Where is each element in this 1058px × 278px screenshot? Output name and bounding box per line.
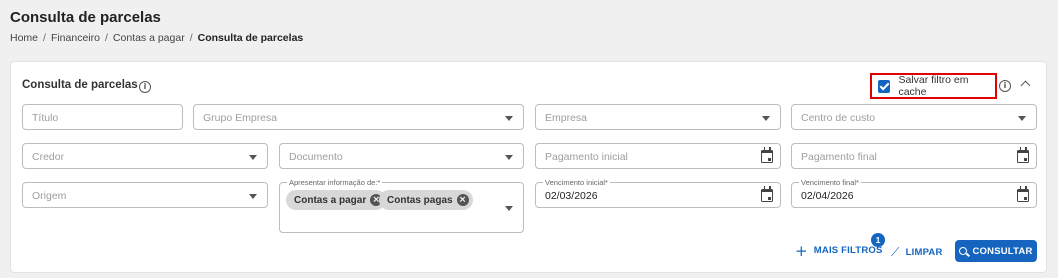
plus-icon: +: [795, 241, 808, 260]
calendar-icon[interactable]: [1017, 147, 1029, 163]
caret-down-icon: [505, 206, 513, 211]
search-icon: [959, 247, 968, 255]
breadcrumb-separator: /: [43, 32, 46, 44]
chip-contas-pagas: Contas pagas ×: [379, 190, 473, 210]
limpar-button[interactable]: ⟋ LIMPAR: [891, 245, 943, 260]
caret-down-icon: [1018, 116, 1026, 121]
consultar-label: CONSULTAR: [972, 245, 1033, 257]
chevron-up-icon[interactable]: [1020, 80, 1031, 91]
info-icon[interactable]: i: [139, 81, 151, 93]
page-title: Consulta de parcelas: [10, 9, 161, 26]
remove-chip-icon[interactable]: ×: [456, 194, 469, 206]
consultar-button[interactable]: CONSULTAR: [955, 240, 1037, 262]
pagamento-inicial-placeholder: Pagamento inicial: [545, 151, 628, 163]
filter-count-badge: 1: [871, 233, 885, 247]
chip-label: Contas a pagar: [294, 194, 367, 206]
limpar-label: LIMPAR: [905, 247, 943, 258]
breadcrumb-separator: /: [104, 32, 108, 44]
titulo-placeholder: Título: [32, 112, 59, 124]
pagamento-final-date[interactable]: Pagamento final: [791, 143, 1037, 169]
breadcrumb-contas-a-pagar[interactable]: Contas a pagar: [113, 32, 185, 44]
apresentar-multiselect[interactable]: Apresentar informação de:* Contas a paga…: [279, 178, 524, 233]
card-title: Consulta de parcelas: [22, 79, 138, 91]
credor-placeholder: Credor: [32, 151, 65, 163]
breadcrumb-financeiro[interactable]: Financeiro: [51, 32, 100, 44]
caret-down-icon: [505, 116, 513, 121]
grupo-empresa-placeholder: Grupo Empresa: [203, 112, 278, 124]
vencimento-final-label: Vencimento final*: [799, 178, 861, 187]
broom-icon: ⟋: [891, 245, 900, 259]
credor-select[interactable]: Credor: [22, 143, 268, 169]
origem-placeholder: Origem: [32, 190, 67, 202]
chip-contas-a-pagar: Contas a pagar ×: [286, 190, 387, 210]
empresa-placeholder: Empresa: [545, 112, 588, 124]
info-icon[interactable]: i: [999, 80, 1011, 92]
vencimento-final-value: 02/04/2026: [801, 190, 854, 202]
save-cache-checkbox[interactable]: Salvar filtro em cache: [870, 73, 997, 99]
mais-filtros-label: MAIS FILTROS: [813, 245, 883, 256]
origem-select[interactable]: Origem: [22, 182, 268, 208]
centro-custo-select[interactable]: Centro de custo: [791, 104, 1037, 130]
checkbox-checked-icon[interactable]: [878, 79, 891, 93]
calendar-icon[interactable]: [1017, 186, 1029, 202]
caret-down-icon: [762, 116, 770, 121]
titulo-input[interactable]: Título: [22, 104, 183, 130]
apresentar-label: Apresentar informação de:*: [287, 178, 383, 187]
breadcrumb-current: Consulta de parcelas: [197, 32, 304, 44]
pagamento-final-placeholder: Pagamento final: [801, 151, 877, 163]
caret-down-icon: [505, 155, 513, 160]
breadcrumb-separator: /: [189, 32, 193, 44]
empresa-select[interactable]: Empresa: [535, 104, 781, 130]
vencimento-final-date[interactable]: Vencimento final* 02/04/2026: [791, 178, 1037, 208]
vencimento-inicial-date[interactable]: Vencimento inicial* 02/03/2026: [535, 178, 781, 208]
grupo-empresa-select[interactable]: Grupo Empresa: [193, 104, 524, 130]
documento-select[interactable]: Documento: [279, 143, 524, 169]
documento-placeholder: Documento: [289, 151, 343, 163]
save-cache-label: Salvar filtro em cache: [898, 74, 969, 98]
vencimento-inicial-value: 02/03/2026: [545, 190, 598, 202]
centro-custo-placeholder: Centro de custo: [801, 112, 876, 124]
vencimento-inicial-label: Vencimento inicial*: [543, 178, 610, 187]
mais-filtros-button[interactable]: + MAIS FILTROS: [795, 241, 883, 260]
caret-down-icon: [249, 155, 257, 160]
breadcrumb-home[interactable]: Home: [10, 32, 38, 44]
calendar-icon[interactable]: [761, 186, 773, 202]
chip-label: Contas pagas: [387, 194, 453, 206]
caret-down-icon: [249, 194, 257, 199]
filter-card: Consulta de parcelas i Salvar filtro em …: [10, 61, 1047, 273]
pagamento-inicial-date[interactable]: Pagamento inicial: [535, 143, 781, 169]
calendar-icon[interactable]: [761, 147, 773, 163]
breadcrumb: Home / Financeiro / Contas a pagar / Con…: [10, 32, 303, 44]
